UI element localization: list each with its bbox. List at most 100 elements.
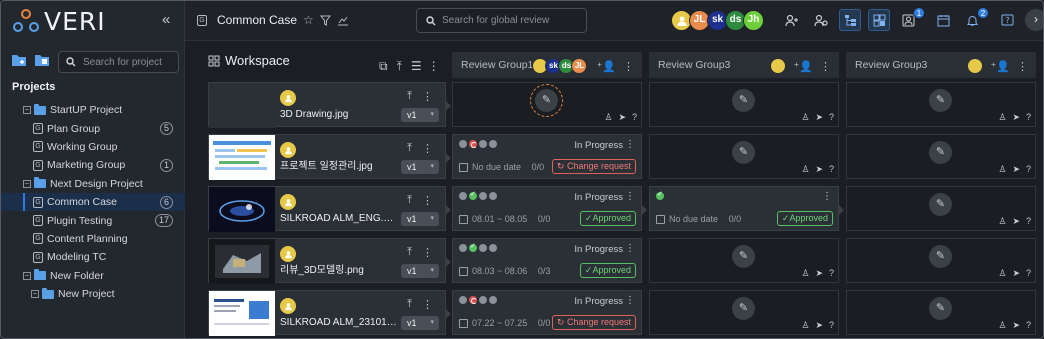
project-search[interactable]	[58, 51, 179, 73]
version-select[interactable]: v1	[401, 316, 439, 330]
review-status-card[interactable]: In Progress ⋮ 07.22 ~ 07.25 0/0 ↻ Change…	[452, 290, 642, 335]
edit-icon[interactable]: ✎	[929, 296, 952, 320]
avatar[interactable]: Jh	[743, 10, 764, 31]
change-request-tag[interactable]: ↻ Change request	[551, 159, 636, 174]
tree-item-working-group[interactable]: G Working Group	[1, 138, 185, 156]
add-folder-icon[interactable]	[11, 53, 27, 67]
help-icon[interactable]: ?	[632, 112, 637, 123]
user-icon[interactable]	[967, 58, 984, 74]
profile-card-icon[interactable]: 1	[897, 7, 925, 31]
uploader-avatar[interactable]	[280, 142, 296, 158]
edit-icon[interactable]: ✎	[929, 244, 952, 268]
uploader-avatar[interactable]	[280, 90, 296, 106]
send-icon[interactable]: ➤	[1012, 216, 1020, 227]
add-reviewer-icon[interactable]: ⁺👤	[596, 60, 616, 73]
project-search-input[interactable]	[83, 56, 173, 68]
more-icon[interactable]: ⋮	[422, 90, 433, 103]
send-icon[interactable]: ➤	[815, 164, 823, 175]
member-settings-icon[interactable]	[810, 9, 832, 31]
version-select[interactable]: v1	[401, 264, 439, 278]
help-icon[interactable]: ?	[1026, 216, 1031, 227]
help-icon[interactable]: ?	[1026, 268, 1031, 279]
send-icon[interactable]: ➤	[815, 112, 823, 123]
review-slot[interactable]: ✎ ♙ ➤?	[649, 238, 839, 283]
more-icon[interactable]: ⋮	[625, 191, 635, 202]
more-icon[interactable]: ⋮	[822, 191, 832, 202]
more-icon[interactable]: ⋮	[422, 142, 433, 155]
tree-item-plan-group[interactable]: G Plan Group 5	[1, 119, 185, 137]
edit-icon[interactable]: ✎	[929, 140, 952, 164]
review-slot[interactable]: ✎ ♙ ➤?	[649, 290, 839, 335]
upload-icon[interactable]: ⤒	[407, 142, 412, 155]
tree-item-plugin-testing[interactable]: G Plugin Testing 17	[1, 211, 185, 229]
file-card[interactable]: ⤒ ⋮ 리뷰_3D모델링.png v1	[208, 238, 451, 284]
review-slot[interactable]: ✎ ♙ ➤?	[846, 290, 1036, 335]
review-status-card[interactable]: ⋮ No due date 0/0 ✓Approved	[649, 186, 844, 231]
more-icon[interactable]: ⋮	[625, 243, 635, 254]
more-icon[interactable]: ⋮	[625, 139, 635, 150]
list-view-icon[interactable]: ☰	[411, 59, 422, 74]
review-slot[interactable]: ✎ ♙ ➤?	[452, 82, 642, 127]
column-header-review-group1[interactable]: Review Group1 sk ds JL ⁺👤 ⋮	[452, 52, 642, 78]
add-reviewer-icon[interactable]: ⁺👤	[990, 60, 1010, 73]
user-icon[interactable]: ♙	[801, 164, 809, 175]
more-icon[interactable]: ⋮	[1017, 60, 1028, 73]
tree-item-new-folder[interactable]: − New Folder	[1, 267, 185, 285]
review-slot[interactable]: ✎ ♙ ➤?	[846, 82, 1036, 127]
chevron-right-icon[interactable]: ›	[1025, 9, 1043, 31]
user-icon[interactable]: ♙	[604, 112, 612, 123]
column-header-review-group3-b[interactable]: Review Group3 ⁺👤 ⋮	[846, 52, 1036, 78]
user-icon[interactable]: ♙	[998, 112, 1006, 123]
upload-icon[interactable]: ⤒	[407, 246, 412, 259]
review-status-card[interactable]: In Progress ⋮ No due date 0/0 ↻ Change r…	[452, 134, 642, 179]
column-header-review-group3[interactable]: Review Group3 ⁺👤 ⋮	[649, 52, 839, 78]
more-icon[interactable]: ⋮	[422, 194, 433, 207]
upload-icon[interactable]: ⤒	[397, 59, 402, 74]
user-icon[interactable]: ♙	[801, 112, 809, 123]
add-member-icon[interactable]	[781, 9, 803, 31]
edit-icon[interactable]: ✎	[732, 296, 755, 320]
edit-icon[interactable]: ✎	[530, 83, 563, 117]
review-slot[interactable]: ✎ ♙ ➤?	[846, 238, 1036, 283]
user-icon[interactable]: ♙	[998, 320, 1006, 331]
help-icon[interactable]: ?	[996, 9, 1018, 31]
review-status-card[interactable]: In Progress ⋮ 08.03 ~ 08.06 0/3 ✓Approve…	[452, 238, 642, 283]
user-icon[interactable]: ♙	[998, 268, 1006, 279]
calendar-icon[interactable]	[932, 9, 954, 31]
send-icon[interactable]: ➤	[1012, 112, 1020, 123]
review-status-card[interactable]: In Progress ⋮ 08.01 ~ 08.05 0/0 ✓Approve…	[452, 186, 647, 231]
help-icon[interactable]: ?	[829, 164, 834, 175]
grid-view-icon[interactable]	[868, 9, 890, 31]
help-icon[interactable]: ?	[1026, 112, 1031, 123]
upload-icon[interactable]: ⤒	[407, 194, 412, 207]
change-request-tag[interactable]: ↻ Change request	[551, 315, 636, 330]
tree-item-modeling-tc[interactable]: G Modeling TC	[1, 248, 185, 266]
help-icon[interactable]: ?	[829, 112, 834, 123]
help-icon[interactable]: ?	[1026, 164, 1031, 175]
user-icon[interactable]: ♙	[801, 268, 809, 279]
collapse-toggle-icon[interactable]: −	[23, 179, 31, 188]
edit-icon[interactable]: ✎	[929, 192, 952, 216]
edit-icon[interactable]: ✎	[732, 244, 755, 268]
user-icon[interactable]: ♙	[998, 216, 1006, 227]
send-icon[interactable]: ➤	[815, 320, 823, 331]
user-icon[interactable]	[770, 58, 787, 74]
file-card[interactable]: ⤒ ⋮ 프로젝트 일정관리.jpg v1	[208, 134, 451, 180]
review-slot[interactable]: ✎ ♙ ➤?	[846, 186, 1036, 231]
more-icon[interactable]: ⋮	[820, 60, 831, 73]
uploader-avatar[interactable]	[280, 298, 296, 314]
edit-icon[interactable]: ✎	[732, 88, 755, 112]
file-card[interactable]: ⤒⋮ SILKROAD ALM_231015_W... v1	[208, 290, 451, 336]
uploader-avatar[interactable]	[280, 194, 296, 210]
approved-tag[interactable]: ✓Approved	[776, 211, 833, 226]
review-slot[interactable]: ✎ ♙ ➤?	[846, 134, 1036, 179]
send-icon[interactable]: ➤	[1012, 164, 1020, 175]
version-select[interactable]: v1	[401, 212, 439, 226]
tree-item-marketing-group[interactable]: G Marketing Group 1	[1, 156, 185, 174]
add-reviewer-icon[interactable]: ⁺👤	[793, 60, 813, 73]
version-select[interactable]: v1	[401, 160, 439, 174]
tree-item-startup-project[interactable]: − StartUP Project	[1, 101, 185, 119]
tree-view-icon[interactable]	[839, 9, 861, 31]
more-icon[interactable]: ⋮	[623, 60, 634, 73]
help-icon[interactable]: ?	[1026, 320, 1031, 331]
